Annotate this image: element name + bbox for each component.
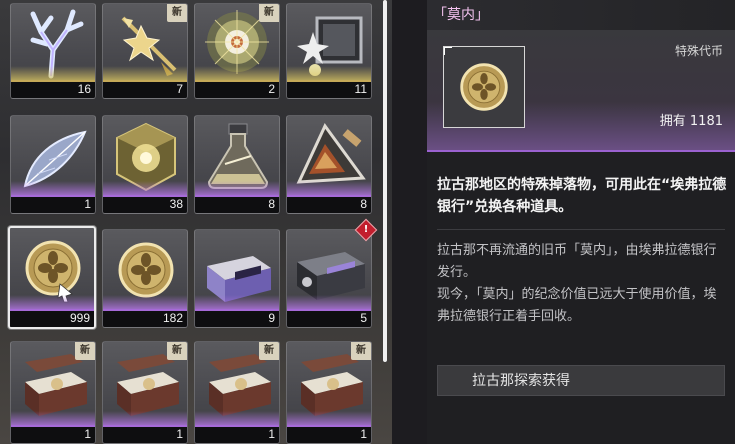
scrollbar-thumb[interactable] (383, 0, 387, 362)
new-badge: 新 (259, 4, 279, 22)
acquisition-source-label: 拉古那探索获得 (472, 373, 570, 389)
item-summary: 拉古那地区的特殊掉落物，可用此在“埃弗拉德银行”兑换各种道具。 (437, 177, 727, 215)
item-slot-triangle-module[interactable]: 8 (286, 115, 372, 214)
item-count: 1 (176, 427, 183, 441)
rarity-glow (195, 181, 279, 195)
item-slot-crystal-leaf[interactable]: 1 (10, 115, 96, 214)
item-count: 9 (268, 311, 275, 325)
item-slot-glass-flask[interactable]: 8 (194, 115, 280, 214)
new-badge: 新 (167, 4, 187, 22)
item-slot-steel-box-star[interactable]: 11 (286, 3, 372, 99)
item-count: 8 (268, 197, 275, 211)
count-bar (287, 309, 371, 327)
count-bar (287, 425, 371, 443)
item-slot-treasure-chest[interactable]: 新 1 (194, 341, 280, 444)
divider (437, 229, 725, 230)
count-bar (195, 80, 279, 98)
frame-corner (444, 47, 452, 55)
monet-coin-icon (460, 63, 508, 111)
alert-badge-label: ! (363, 224, 369, 235)
detail-title-bar: 「莫内」 (427, 0, 735, 30)
count-bar (103, 80, 187, 98)
item-count: 999 (69, 311, 90, 325)
count-bar (195, 425, 279, 443)
item-slot-monet-coin-selected[interactable]: 999 (8, 226, 96, 329)
inventory-screen: 16 新 7 新 2 11 1 38 8 8 999 182 9 5 新 1 新… (0, 0, 735, 444)
item-slot-treasure-chest[interactable]: 新 1 (10, 341, 96, 444)
rarity-glow (103, 295, 187, 309)
item-detail-panel: 「莫内」 特殊代币 拥有 1181 拉古那地区的特殊掉落物，可用此在“埃弗拉德银… (427, 0, 735, 444)
item-count: 1 (84, 197, 91, 211)
count-bar (11, 195, 95, 213)
count-bar (103, 425, 187, 443)
item-slot-golden-cube[interactable]: 38 (102, 115, 188, 214)
new-badge: 新 (167, 342, 187, 360)
rarity-glow (11, 66, 95, 80)
item-count: 5 (360, 311, 367, 325)
new-badge: 新 (75, 342, 95, 360)
count-bar (11, 425, 95, 443)
item-count: 38 (169, 197, 183, 211)
count-bar (287, 195, 371, 213)
item-preview-frame (443, 46, 525, 128)
rarity-glow (103, 181, 187, 195)
owned-count: 拥有 1181 (659, 114, 723, 129)
rarity-glow (287, 295, 371, 309)
item-type: 特殊代币 (674, 44, 723, 58)
item-slot-radiant-shell[interactable]: 新 2 (194, 3, 280, 99)
rarity-glow (195, 66, 279, 80)
rarity-glow (287, 181, 371, 195)
detail-header: 特殊代币 拥有 1181 (427, 30, 735, 152)
item-slot-treasure-chest[interactable]: 新 1 (286, 341, 372, 444)
rarity-glow (195, 295, 279, 309)
item-count: 8 (360, 197, 367, 211)
rarity-glow (11, 411, 95, 425)
rarity-glow (195, 411, 279, 425)
item-slot-dark-supply-crate[interactable]: 5 (286, 229, 372, 328)
rarity-glow (103, 66, 187, 80)
item-title: 「莫内」 (433, 7, 489, 23)
new-badge: 新 (351, 342, 371, 360)
item-slot-treasure-chest[interactable]: 新 1 (102, 341, 188, 444)
item-count: 7 (176, 82, 183, 96)
item-slot-monet-coin[interactable]: 182 (102, 229, 188, 328)
acquisition-source-button[interactable]: 拉古那探索获得 (437, 365, 725, 396)
item-count: 182 (162, 311, 183, 325)
rarity-glow (103, 411, 187, 425)
item-slot-supply-crate-purple[interactable]: 9 (194, 229, 280, 328)
item-count: 2 (268, 82, 275, 96)
item-count: 1 (360, 427, 367, 441)
item-slot-golden-star-spear[interactable]: 新 7 (102, 3, 188, 99)
item-count: 16 (77, 82, 91, 96)
item-count: 1 (268, 427, 275, 441)
rarity-glow (287, 66, 371, 80)
rarity-glow (287, 411, 371, 425)
rarity-glow (11, 181, 95, 195)
item-count: 1 (84, 427, 91, 441)
item-count: 11 (354, 82, 367, 96)
new-badge: 新 (259, 342, 279, 360)
count-bar (195, 195, 279, 213)
item-grid: 16 新 7 新 2 11 1 38 8 8 999 182 9 5 新 1 新… (0, 0, 392, 444)
rarity-glow (10, 295, 94, 309)
item-slot-coral-crystal[interactable]: 16 (10, 3, 96, 99)
item-lore: 拉古那不再流通的旧币「莫内」，由埃弗拉德银行发行。 现今，「莫内」的纪念价值已远… (437, 243, 717, 324)
count-bar (195, 309, 279, 327)
